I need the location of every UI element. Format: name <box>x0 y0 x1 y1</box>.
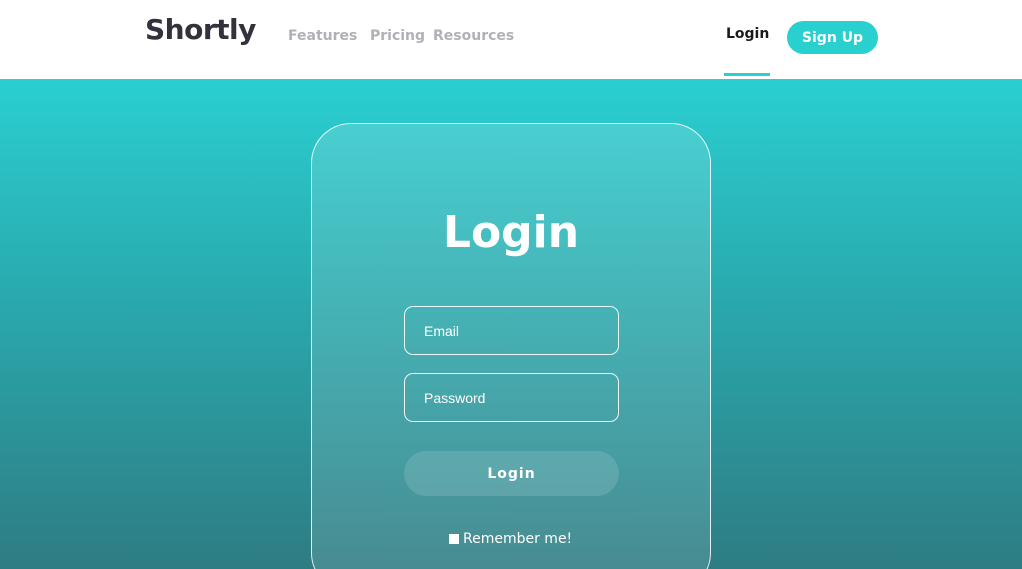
email-placeholder: Email <box>424 322 460 339</box>
logo[interactable]: Shortly <box>145 13 256 46</box>
remember-me-checkbox[interactable] <box>449 534 459 544</box>
password-field[interactable]: Password <box>404 373 619 422</box>
active-link-underline <box>724 73 770 76</box>
site-header: Shortly Features Pricing Resources Login… <box>0 0 1022 79</box>
nav-resources-link[interactable]: Resources <box>433 28 514 44</box>
email-field[interactable]: Email <box>404 306 619 355</box>
password-placeholder: Password <box>424 389 486 406</box>
nav-features-link[interactable]: Features <box>288 28 357 44</box>
remember-me-control[interactable]: Remember me! <box>449 531 572 547</box>
nav-pricing-link[interactable]: Pricing <box>370 28 425 44</box>
signup-button[interactable]: Sign Up <box>787 21 878 54</box>
login-submit-button[interactable]: Login <box>404 451 619 496</box>
remember-me-label: Remember me! <box>463 531 573 547</box>
login-title: Login <box>442 207 580 258</box>
header-login-link[interactable]: Login <box>726 26 769 42</box>
